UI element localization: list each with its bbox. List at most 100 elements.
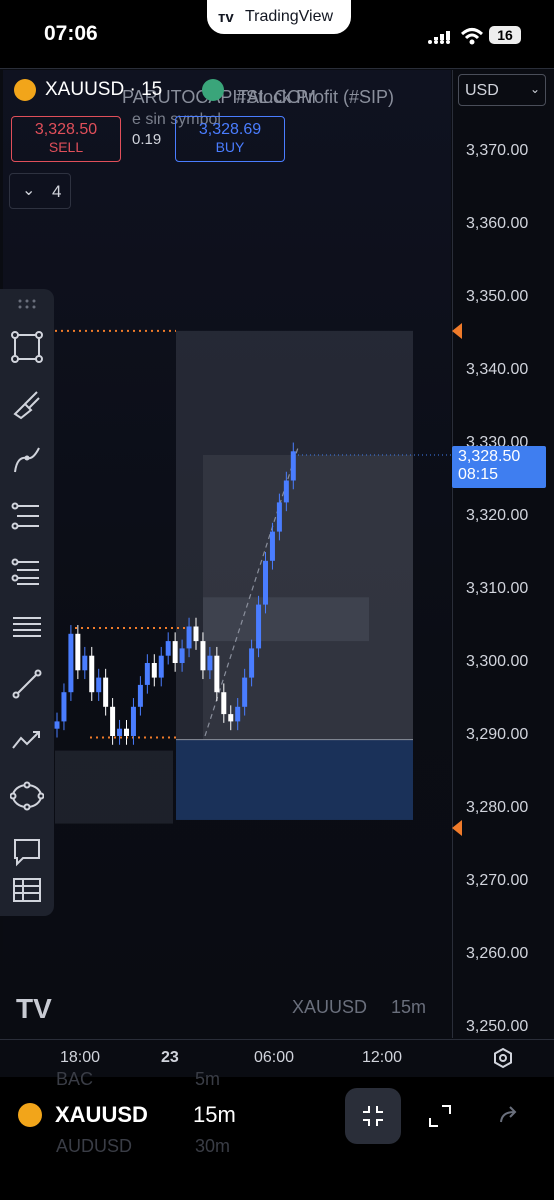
candle-body — [200, 641, 206, 671]
sell-price: 3,328.50 — [34, 121, 98, 138]
bottom-symbol-button[interactable]: XAUUSD — [55, 1102, 148, 1128]
ghost-symbol: BAC — [56, 1069, 94, 1089]
candle-body — [283, 480, 289, 503]
price-tick-label: 3,340.00 — [466, 361, 529, 378]
battery-indicator: 16 — [489, 26, 521, 44]
candle-body — [82, 655, 88, 671]
candle-body — [276, 502, 282, 532]
gold-symbol-icon — [14, 79, 36, 101]
settings-icon[interactable] — [492, 1047, 514, 1069]
candle-body — [242, 677, 248, 707]
indicators-count: 4 — [52, 182, 62, 201]
candle-body — [186, 626, 192, 649]
drawing-toolbar — [0, 289, 54, 916]
price-tick-label: 3,270.00 — [466, 872, 529, 889]
sell-button[interactable]: 3,328.50 SELL — [11, 116, 121, 162]
candle-body — [117, 728, 123, 736]
candle-body — [54, 721, 60, 729]
share-icon[interactable] — [498, 1104, 520, 1126]
fib-retracement-icon[interactable] — [6, 495, 48, 537]
wifi-icon — [460, 28, 484, 45]
candle-body — [172, 641, 178, 663]
trend-line-icon[interactable] — [6, 663, 48, 705]
candle-body — [179, 648, 185, 663]
path-tool-icon[interactable] — [6, 439, 48, 481]
price-tick-label: 3,360.00 — [466, 215, 529, 232]
last-price-value: 3,328.50 — [458, 448, 521, 465]
fib-extension-icon[interactable] — [6, 551, 48, 593]
candle-body — [68, 633, 74, 693]
fullscreen-icon[interactable] — [428, 1104, 452, 1128]
candle-body — [130, 706, 136, 736]
candle-body — [207, 655, 213, 671]
zone-left — [55, 750, 173, 824]
time-label: 18:00 — [60, 1049, 101, 1066]
zone-blue — [176, 739, 413, 820]
candle-body — [103, 677, 109, 707]
table-tool-icon[interactable] — [6, 869, 48, 911]
bottom-interval-button[interactable]: 15m — [193, 1102, 236, 1128]
bar-countdown: 08:15 — [458, 466, 499, 483]
candle-body — [75, 633, 81, 671]
horizontal-lines-icon[interactable] — [6, 607, 48, 649]
indicators-toggle[interactable]: ⌄ 4 — [9, 173, 71, 209]
candle-body — [193, 626, 199, 642]
spread-value: 0.19 — [132, 131, 162, 148]
ellipse-tool-icon[interactable] — [6, 775, 48, 817]
candle-body — [228, 714, 234, 722]
ghost-interval: 5m — [195, 1069, 221, 1089]
pattern-tool-icon[interactable] — [6, 719, 48, 761]
chevron-down-icon: ⌄ — [530, 82, 541, 96]
price-tick-label: 3,370.00 — [466, 142, 529, 159]
buy-button[interactable]: 3,328.69 BUY — [175, 116, 285, 162]
collapse-button[interactable] — [345, 1088, 401, 1144]
time-label: 06:00 — [254, 1049, 295, 1066]
candle-body — [110, 706, 116, 736]
candle-body — [158, 655, 164, 678]
price-tick-label: 3,260.00 — [466, 945, 529, 962]
candle-body — [221, 692, 227, 715]
symbol-title[interactable]: XAUUSD · 15 — [45, 79, 162, 101]
candle-body — [61, 692, 67, 722]
price-tick-label: 3,300.00 — [466, 653, 529, 670]
price-tick-label: 3,280.00 — [466, 799, 529, 816]
candle-body — [290, 451, 296, 481]
alert-marker-icon — [452, 820, 462, 836]
brush-tool-icon[interactable] — [6, 383, 48, 425]
candle-body — [263, 560, 268, 605]
candle-body — [165, 641, 171, 656]
callout-tool-icon[interactable] — [6, 831, 48, 873]
price-tick-label: 3,320.00 — [466, 507, 529, 524]
alert-marker-icon — [452, 323, 462, 339]
sell-label: SELL — [48, 139, 84, 155]
price-tick-label: 3,250.00 — [466, 1018, 529, 1035]
watermark-interval: 15m — [391, 997, 427, 1017]
price-tick-label: 3,310.00 — [466, 580, 529, 597]
ghost-symbol: AUDUSD — [56, 1136, 133, 1156]
ghost-interval: 30m — [195, 1136, 231, 1156]
candle-body — [144, 663, 150, 685]
candle-body — [137, 684, 143, 707]
rectangle-tool-icon[interactable] — [6, 326, 48, 368]
candle-body — [89, 655, 95, 693]
candle-body — [96, 677, 102, 693]
chevron-down-icon: ⌄ — [22, 182, 36, 199]
tradingview-logo-icon: TV — [16, 993, 52, 1024]
candle-body — [151, 663, 157, 678]
collapse-icon — [363, 1106, 383, 1126]
zone-small — [203, 597, 369, 642]
time-label: 23 — [161, 1049, 179, 1066]
buy-label: BUY — [215, 139, 245, 155]
gold-symbol-icon — [18, 1103, 42, 1127]
candle-body — [214, 655, 220, 693]
watermark-symbol: XAUUSD — [292, 997, 368, 1017]
buy-price: 3,328.69 — [198, 121, 262, 138]
candle-body — [124, 728, 129, 736]
candle-body — [235, 706, 241, 722]
candle-body — [256, 604, 262, 649]
time-label: 12:00 — [362, 1049, 403, 1066]
candle-body — [249, 648, 255, 678]
last-price-label: 3,328.50 08:15 — [452, 446, 546, 488]
candle-body — [269, 531, 275, 561]
drag-handle-icon[interactable] — [6, 289, 48, 319]
